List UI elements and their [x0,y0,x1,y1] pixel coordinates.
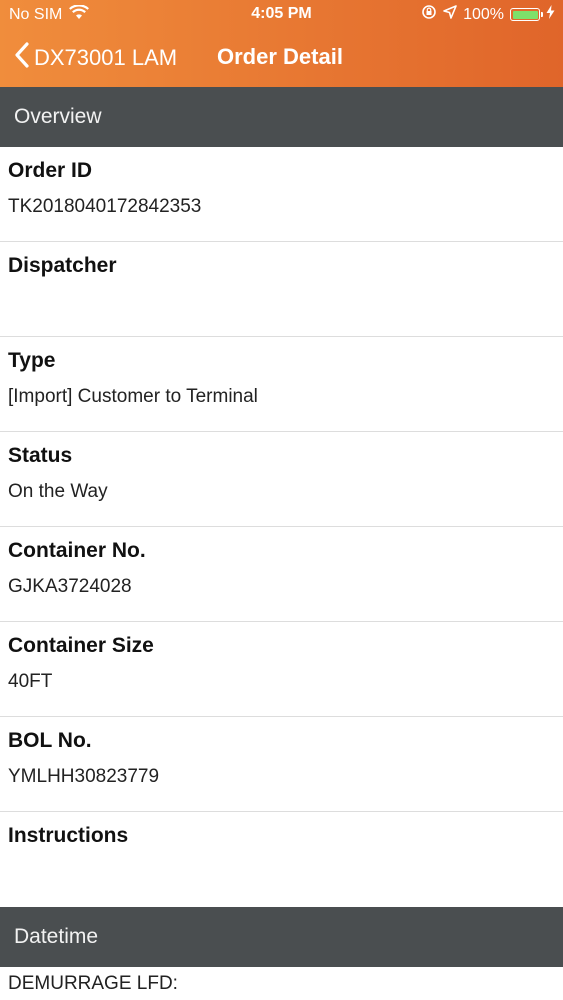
field-value: [Import] Customer to Terminal [8,386,258,407]
field-dispatcher: Dispatcher [0,242,563,337]
field-label: Container Size [8,634,154,657]
battery-icon [510,8,543,21]
chevron-left-icon [14,42,30,74]
field-value: On the Way [8,481,108,502]
page-title: Order Detail [217,44,343,69]
section-header-datetime: Datetime [0,907,563,967]
field-value: TK2018040172842353 [8,196,202,217]
field-instructions: Instructions [0,812,563,907]
status-right: 100% [421,4,555,25]
charging-bolt-icon [546,5,555,24]
rotation-lock-icon [421,4,437,25]
field-label: Instructions [8,824,129,847]
status-bar: No SIM 4:05 PM 100% [0,0,563,30]
field-order-id: Order ID TK2018040172842353 [0,147,563,242]
datetime-label: DEMURRAGE LFD: [8,973,178,994]
field-label: Type [8,349,56,372]
field-label: Order ID [8,159,93,182]
section-header-overview: Overview [0,87,563,147]
order-detail-screen: No SIM 4:05 PM 100% DX73001 LAM Order De… [0,0,563,1000]
field-label: Status [8,444,73,467]
back-button[interactable]: DX73001 LAM [14,42,177,74]
field-type: Type [Import] Customer to Terminal [0,337,563,432]
field-label: BOL No. [8,729,92,752]
battery-fill [512,10,538,19]
field-bol-no: BOL No. YMLHH30823779 [0,717,563,812]
field-label: Container No. [8,539,146,562]
back-button-label: DX73001 LAM [34,45,178,70]
field-container-no: Container No. GJKA3724028 [0,527,563,622]
field-value: YMLHH30823779 [8,766,160,787]
field-label: Dispatcher [8,254,117,277]
field-status: Status On the Way [0,432,563,527]
location-arrow-icon [443,5,457,24]
battery-percent: 100% [463,5,504,23]
navigation-bar: DX73001 LAM Order Detail [0,30,563,87]
field-value: GJKA3724028 [8,576,132,597]
field-container-size: Container Size 40FT [0,622,563,717]
datetime-row-demurrage-lfd: DEMURRAGE LFD: [0,973,563,1000]
field-value: 40FT [8,671,53,692]
app-header: No SIM 4:05 PM 100% DX73001 LAM Order De… [0,0,563,87]
